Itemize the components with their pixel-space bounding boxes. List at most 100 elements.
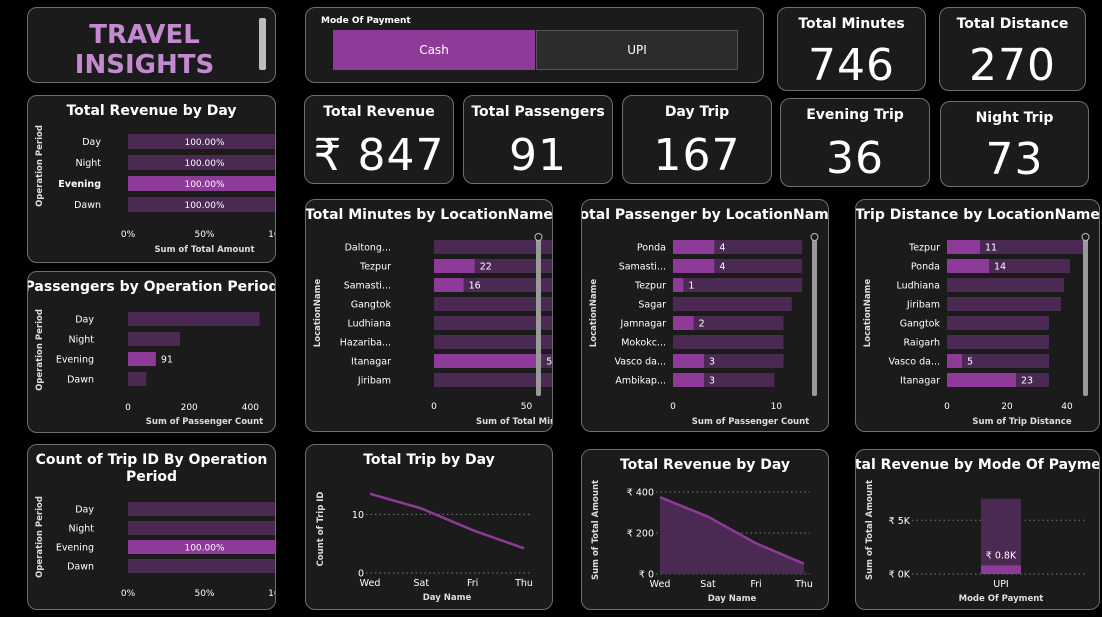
chart-title: Trip Distance by LocationName	[856, 207, 1099, 223]
scrollbar[interactable]	[536, 238, 541, 396]
kpi-day-trip: Day Trip 167	[622, 95, 772, 184]
chart-title: Total Revenue by Mode Of Payment	[856, 457, 1099, 473]
x-tick-label: Fri	[750, 579, 761, 590]
x-tick-label: Fri	[467, 578, 478, 589]
category-label: Gangtok	[351, 300, 392, 311]
title-line-2: INSIGHTS	[74, 50, 215, 80]
y-tick-label: ₹ 0K	[889, 570, 911, 581]
chart-title: Passengers by Operation Period	[28, 279, 275, 295]
category-label: Ambikap...	[615, 376, 666, 387]
y-axis-label: LocationName	[863, 279, 873, 348]
chart-revenue-by-day-period: Total Revenue by Day Operation Period Day 1…	[27, 95, 276, 263]
bar-night	[128, 521, 275, 535]
category-label: Ponda	[637, 243, 666, 254]
category-label: Day	[82, 137, 101, 148]
chart-revenue-by-day: Total Revenue by Day Sum of Total Amount ₹…	[581, 449, 829, 610]
kpi-value: ₹ 847	[313, 130, 445, 181]
category-label: Tezpur	[908, 243, 940, 254]
bar-raigarh	[947, 335, 1049, 349]
data-label: 23	[1021, 376, 1033, 387]
category-label: Jiribam	[357, 376, 391, 387]
chart-minutes-by-location: Total Minutes by LocationName LocationNam…	[305, 199, 553, 432]
bar-highlight-vascoda	[673, 354, 704, 368]
dashboard-title: TRAVEL INSIGHTS	[28, 20, 261, 80]
bar-highlight-tezpur	[434, 259, 475, 273]
y-tick-label: ₹ 5K	[889, 516, 911, 527]
category-label: Samasti...	[344, 281, 391, 292]
chart-svg: Total Minutes by LocationName LocationNam…	[306, 207, 552, 427]
kpi-title: Total Revenue	[323, 104, 435, 120]
data-label: 14	[994, 262, 1006, 273]
chart-passengers-by-location: Total Passenger by LocationName LocationN…	[581, 199, 829, 432]
category-label: Tezpur	[634, 281, 666, 292]
bar-highlight-vascoda	[947, 354, 962, 368]
chart-svg: Total Passenger by LocationName LocationN…	[582, 207, 828, 427]
scrollbar[interactable]	[1083, 238, 1088, 396]
kpi-title: Evening Trip	[806, 107, 904, 123]
y-axis-label: Sum of Total Amount	[591, 480, 601, 580]
x-tick-label: 0%	[121, 589, 136, 599]
bar-gangtok	[947, 316, 1049, 330]
x-axis-label: Sum of Passenger Count	[146, 417, 263, 427]
kpi-title: Day Trip	[664, 104, 730, 120]
y-axis-label: Count of Trip ID	[316, 492, 326, 567]
category-label: Evening	[58, 179, 101, 190]
data-label: ₹ 0.8K	[986, 550, 1017, 561]
data-label: 100.00%	[184, 138, 224, 148]
category-label: Sagar	[638, 300, 666, 311]
category-label: Jamnagar	[620, 319, 667, 330]
kpi-total-revenue: Total Revenue ₹ 847	[304, 95, 454, 184]
chart-total-trip-by-day: Total Trip by Day Count of Trip ID 0 10 Wed S…	[305, 444, 553, 610]
x-axis-label: Day Name	[423, 593, 472, 603]
slicer-option-cash[interactable]: Cash	[333, 30, 535, 70]
x-tick-label: 20	[1001, 402, 1013, 412]
series-line	[369, 492, 525, 550]
bar-sagar	[673, 297, 792, 311]
bar-highlight-samasti	[434, 278, 464, 292]
data-label: 100.00%	[184, 159, 224, 169]
x-tick-label: 50	[521, 402, 533, 412]
x-tick-label: 0	[125, 403, 131, 413]
category-label: Daltong...	[345, 243, 391, 254]
bar-mokokc	[673, 335, 784, 349]
category-label: Dawn	[67, 375, 94, 386]
y-axis-label: LocationName	[589, 279, 599, 348]
y-tick-label: 10	[352, 510, 364, 521]
data-label: 16	[469, 281, 481, 292]
logo-card: TRAVEL INSIGHTS	[27, 7, 276, 83]
bar-highlight-jamnagar	[673, 316, 694, 330]
data-label: 4	[719, 243, 725, 254]
scroll-handle[interactable]	[534, 233, 543, 241]
category-label: Ludhiana	[896, 281, 940, 292]
chart-revenue-by-payment-mode: Total Revenue by Mode Of Payment Sum of T…	[855, 449, 1100, 610]
bar-highlight-ponda	[673, 240, 715, 254]
chart-passengers-by-period: Passengers by Operation Period Operation …	[27, 271, 276, 433]
bar-night	[128, 332, 181, 346]
title-scrollbar[interactable]	[259, 18, 266, 70]
data-label: 100.00%	[184, 180, 224, 190]
bar-highlight-samasti	[673, 259, 715, 273]
scroll-handle[interactable]	[1081, 233, 1090, 241]
scrollbar[interactable]	[812, 238, 817, 396]
bar-ludhiana	[947, 278, 1064, 292]
y-axis-label: Operation Period	[35, 496, 45, 578]
kpi-evening-trip: Evening Trip 36	[780, 98, 930, 187]
scroll-handle[interactable]	[810, 233, 819, 241]
data-label: 58	[546, 357, 552, 368]
category-label: Tezpur	[359, 262, 391, 273]
bar-jiribam	[434, 373, 552, 387]
chart-svg: Total Trip by DayCount of Trip ID010Wed S…	[316, 452, 533, 603]
slicer-option-cash-label: Cash	[419, 43, 449, 57]
x-axis-label: Sum of Trip Distance	[972, 417, 1071, 427]
x-axis-label: Sum of Total Minutes	[476, 417, 552, 427]
category-label: Itanagar	[351, 357, 391, 368]
bar-upi	[981, 498, 1021, 574]
x-tick-label: 50%	[194, 230, 214, 240]
x-tick-label: Thu	[794, 579, 813, 590]
kpi-total-distance: Total Distance 270	[939, 7, 1086, 91]
category-label: Mokokc...	[621, 338, 666, 349]
bar-gangtok	[434, 297, 552, 311]
chart-title: Count of Trip ID By Operation	[36, 452, 268, 468]
bar-highlight-ponda	[947, 259, 989, 273]
slicer-option-upi[interactable]: UPI	[536, 30, 738, 70]
